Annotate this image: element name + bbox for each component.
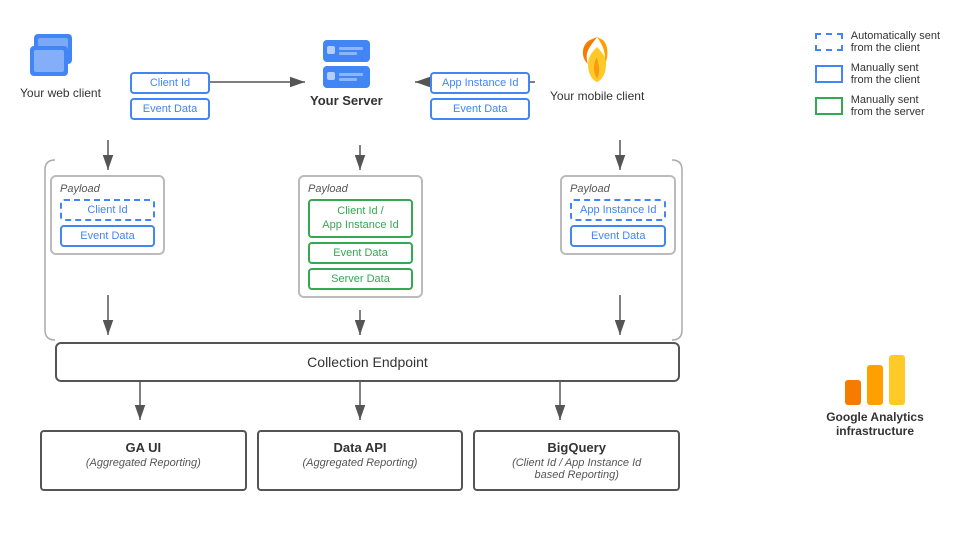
output-ga-ui-title: GA UI	[52, 440, 235, 455]
ga-chart-icon	[835, 350, 915, 410]
payload-server: Payload Client Id /App Instance Id Event…	[298, 175, 423, 298]
mobile-to-server-tags: App Instance Id Event Data	[430, 72, 530, 120]
output-bigquery: BigQuery (Client Id / App Instance Idbas…	[473, 430, 680, 491]
web-client-icon	[30, 32, 90, 84]
output-data-api-title: Data API	[269, 440, 452, 455]
output-bigquery-subtitle: (Client Id / App Instance Idbased Report…	[485, 457, 668, 481]
event-data-tag-mobile: Event Data	[430, 98, 530, 120]
payload-web-event-data: Event Data	[60, 225, 155, 247]
event-data-tag-web: Event Data	[130, 98, 210, 120]
legend-manual-server-label: Manually sent from the server	[851, 94, 925, 118]
collection-endpoint: Collection Endpoint	[55, 342, 680, 382]
app-instance-id-tag: App Instance Id	[430, 72, 530, 94]
legend-manual-client-label: Manually sent from the client	[851, 62, 920, 86]
output-bigquery-title: BigQuery	[485, 440, 668, 455]
collection-endpoint-label: Collection Endpoint	[307, 354, 428, 370]
web-client-area: Your web client	[20, 32, 101, 100]
payload-web-label: Payload	[60, 183, 155, 195]
legend-item-manual-client: Manually sent from the client	[815, 62, 940, 86]
output-data-api: Data API (Aggregated Reporting)	[257, 430, 464, 491]
web-to-server-tags: Client Id Event Data	[130, 72, 210, 120]
ga-infrastructure-label: Google Analytics infrastructure	[826, 410, 924, 438]
server-label: Your Server	[310, 93, 383, 108]
legend-item-auto: Automatically sent from the client	[815, 30, 940, 54]
legend: Automatically sent from the client Manua…	[815, 30, 940, 118]
payload-mobile-app-instance-id: App Instance Id	[570, 199, 666, 221]
payload-mobile: Payload App Instance Id Event Data	[560, 175, 676, 255]
server-icon	[319, 38, 374, 93]
payload-mobile-event-data: Event Data	[570, 225, 666, 247]
legend-auto-label: Automatically sent from the client	[851, 30, 940, 54]
payload-server-label: Payload	[308, 183, 413, 195]
payload-server-event-data: Event Data	[308, 242, 413, 264]
mobile-client-area: Your mobile client	[550, 32, 644, 103]
output-ga-ui: GA UI (Aggregated Reporting)	[40, 430, 247, 491]
legend-solid-blue-box	[815, 65, 843, 83]
legend-solid-green-box	[815, 97, 843, 115]
mobile-client-label: Your mobile client	[550, 89, 644, 103]
payload-web-client-id: Client Id	[60, 199, 155, 221]
output-row: GA UI (Aggregated Reporting) Data API (A…	[40, 430, 680, 491]
payload-mobile-label: Payload	[570, 183, 666, 195]
legend-item-manual-server: Manually sent from the server	[815, 94, 940, 118]
diagram-container: Automatically sent from the client Manua…	[0, 0, 960, 540]
legend-dashed-blue-box	[815, 33, 843, 51]
payload-web: Payload Client Id Event Data	[50, 175, 165, 255]
payload-server-client-id: Client Id /App Instance Id	[308, 199, 413, 238]
web-client-label: Your web client	[20, 86, 101, 100]
ga-infrastructure: Google Analytics infrastructure	[810, 350, 940, 438]
output-data-api-subtitle: (Aggregated Reporting)	[269, 457, 452, 469]
server-area: Your Server	[310, 38, 383, 108]
client-id-tag: Client Id	[130, 72, 210, 94]
payload-server-server-data: Server Data	[308, 268, 413, 290]
output-ga-ui-subtitle: (Aggregated Reporting)	[52, 457, 235, 469]
mobile-client-icon	[570, 32, 625, 87]
